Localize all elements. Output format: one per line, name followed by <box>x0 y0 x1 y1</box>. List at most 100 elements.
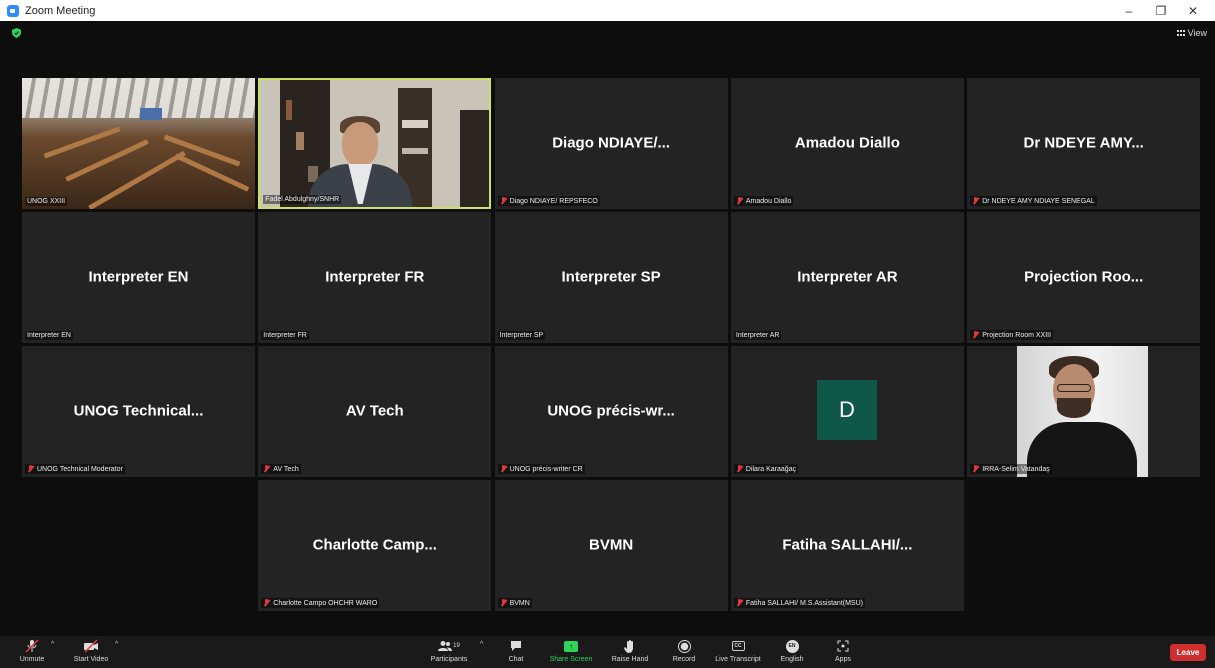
chat-bubble-icon <box>508 639 524 653</box>
participant-tile[interactable]: Diago NDIAYE/... Diago NDIAYE/ REPSFECO <box>494 78 728 209</box>
participant-tile[interactable]: IRRA-Selim Vatandaş <box>967 346 1201 477</box>
participant-name-label: Charlotte Campo OHCHR WARO <box>261 598 380 608</box>
share-screen-button[interactable]: ↑ Share Screen <box>544 639 598 663</box>
participants-options-chevron-icon[interactable]: ^ <box>480 641 483 648</box>
raise-hand-button[interactable]: Raise Hand <box>603 639 657 663</box>
speaker-video-feed <box>260 80 490 207</box>
participant-tile[interactable]: Fatiha SALLAHI/... Fatiha SALLAHI/ M.S.As… <box>730 480 964 611</box>
participant-tile[interactable]: Interpreter EN Interpreter EN <box>22 212 255 343</box>
participant-name-text: AV Tech <box>273 465 299 473</box>
muted-microphone-icon <box>500 599 507 607</box>
encryption-shield-icon[interactable] <box>12 28 21 38</box>
participant-name-label: Projection Room XXIII <box>970 330 1054 340</box>
chat-button[interactable]: Chat <box>489 639 543 663</box>
raise-hand-icon <box>622 639 638 653</box>
participant-name-label: Dr NDEYE AMY NDIAYE SENEGAL <box>970 196 1097 206</box>
view-button[interactable]: View <box>1176 28 1207 38</box>
participant-display-name: Dr NDEYE AMY... <box>1023 134 1144 152</box>
meeting-toolbar: Unmute ^ Start Video ^ 19 Participants ^… <box>0 636 1215 668</box>
muted-microphone-icon <box>27 465 34 473</box>
participant-name-label: Interpreter EN <box>25 331 73 340</box>
profile-photo <box>1017 346 1149 477</box>
raise-hand-label: Raise Hand <box>611 656 649 663</box>
participant-name-text: Dilara Karaağaç <box>745 465 797 473</box>
chat-label: Chat <box>508 656 524 663</box>
participant-display-name: UNOG Technical... <box>73 402 204 420</box>
participant-tile[interactable]: Charlotte Camp... Charlotte Campo OHCHR W… <box>258 480 492 611</box>
participant-display-name: Interpreter AR <box>797 268 898 286</box>
participant-name-label: Interpreter FR <box>261 331 309 340</box>
participant-tile[interactable]: Interpreter SP Interpreter SP <box>494 212 728 343</box>
participant-tile[interactable]: AV Tech AV Tech <box>258 346 492 477</box>
participant-name-text: Interpreter SP <box>499 332 544 339</box>
leave-button[interactable]: Leave <box>1170 644 1206 661</box>
live-transcript-button[interactable]: CC Live Transcript <box>711 639 765 663</box>
window-title: Zoom Meeting <box>25 4 96 17</box>
muted-microphone-icon <box>500 197 507 205</box>
participant-name-text: UNOG précis-writer CR <box>509 465 583 473</box>
muted-microphone-icon <box>736 197 743 205</box>
participant-name-text: UNOG Technical Moderator <box>37 465 123 473</box>
participant-name-label: Dilara Karaağaç <box>733 464 799 474</box>
participant-name-label: UNOG Technical Moderator <box>25 464 125 474</box>
apps-button[interactable]: Apps <box>816 639 870 663</box>
participant-name-text: Charlotte Campo OHCHR WARO <box>273 599 378 607</box>
zoom-app-icon <box>7 4 19 17</box>
muted-microphone-icon <box>972 197 979 205</box>
participant-name-text: Fatiha SALLAHI/ M.S.Assistant(MSU) <box>745 599 863 607</box>
participants-button[interactable]: 19 Participants <box>422 639 476 663</box>
participant-tile[interactable]: Interpreter FR Interpreter FR <box>258 212 492 343</box>
participant-display-name: Amadou Diallo <box>794 134 900 152</box>
apps-label: Apps <box>835 656 851 663</box>
participant-display-name: Fatiha SALLAHI/... <box>782 536 913 554</box>
participant-name-label: Interpreter AR <box>733 331 782 340</box>
restore-button[interactable]: ❐ <box>1145 0 1177 21</box>
participant-name-text: Amadou Diallo <box>745 197 792 205</box>
microphone-muted-icon <box>24 639 40 653</box>
participant-name-text: Diago NDIAYE/ REPSFECO <box>509 197 598 205</box>
title-bar: Zoom Meeting – ❐ ✕ <box>0 0 1215 21</box>
participant-tile[interactable]: UNOG XXIII <box>22 78 255 209</box>
view-label: View <box>1187 28 1207 38</box>
video-off-icon <box>83 639 99 653</box>
record-label: Record <box>672 656 696 663</box>
record-button[interactable]: Record <box>657 639 711 663</box>
participant-tile[interactable]: BVMN BVMN <box>494 480 728 611</box>
participant-display-name: Interpreter FR <box>325 268 425 286</box>
participant-tile[interactable]: Projection Roo... Projection Room XXIII <box>967 212 1201 343</box>
participant-name-label: UNOG précis-writer CR <box>497 464 585 474</box>
avatar: D <box>816 380 877 440</box>
participant-tile[interactable]: Fadel Abdulghny/SNHR <box>258 78 492 209</box>
muted-microphone-icon <box>736 599 743 607</box>
close-button[interactable]: ✕ <box>1177 0 1209 21</box>
participant-tile[interactable]: UNOG Technical... UNOG Technical Moderato… <box>22 346 255 477</box>
video-options-chevron-icon[interactable]: ^ <box>115 641 118 648</box>
participants-count: 19 <box>453 643 460 649</box>
participant-display-name: Interpreter SP <box>561 268 661 286</box>
participant-name-text: Projection Room XXIII <box>982 331 1052 339</box>
participant-display-name: BVMN <box>589 536 634 554</box>
participant-tile[interactable]: Amadou Diallo Amadou Diallo <box>730 78 964 209</box>
participant-name-text: Interpreter EN <box>27 332 71 339</box>
meeting-area: View UNOG XXIII Fadel Abdulghny/SNHR Diago… <box>0 21 1215 668</box>
muted-microphone-icon <box>736 465 743 473</box>
record-icon <box>676 639 692 653</box>
participant-tile[interactable]: UNOG précis-wr... UNOG précis-writer CR <box>494 346 728 477</box>
muted-microphone-icon <box>972 465 979 473</box>
start-video-button[interactable]: Start Video <box>64 639 118 663</box>
participants-label: Participants <box>430 656 468 663</box>
audio-options-chevron-icon[interactable]: ^ <box>51 641 54 648</box>
participant-name-text: BVMN <box>509 599 530 607</box>
muted-microphone-icon <box>263 465 270 473</box>
room-video-feed <box>22 78 255 209</box>
participant-display-name: Charlotte Camp... <box>312 536 437 554</box>
minimize-button[interactable]: – <box>1113 0 1145 21</box>
participant-tile[interactable]: Dr NDEYE AMY... Dr NDEYE AMY NDIAYE SENEG… <box>967 78 1201 209</box>
participant-tile[interactable]: D Dilara Karaağaç <box>730 346 964 477</box>
participant-name-label: Interpreter SP <box>497 331 546 340</box>
muted-microphone-icon <box>972 331 979 339</box>
language-button[interactable]: EN English <box>765 639 819 663</box>
start-video-label: Start Video <box>73 656 109 663</box>
participant-name-text: Interpreter FR <box>263 332 307 339</box>
participant-tile[interactable]: Interpreter AR Interpreter AR <box>730 212 964 343</box>
